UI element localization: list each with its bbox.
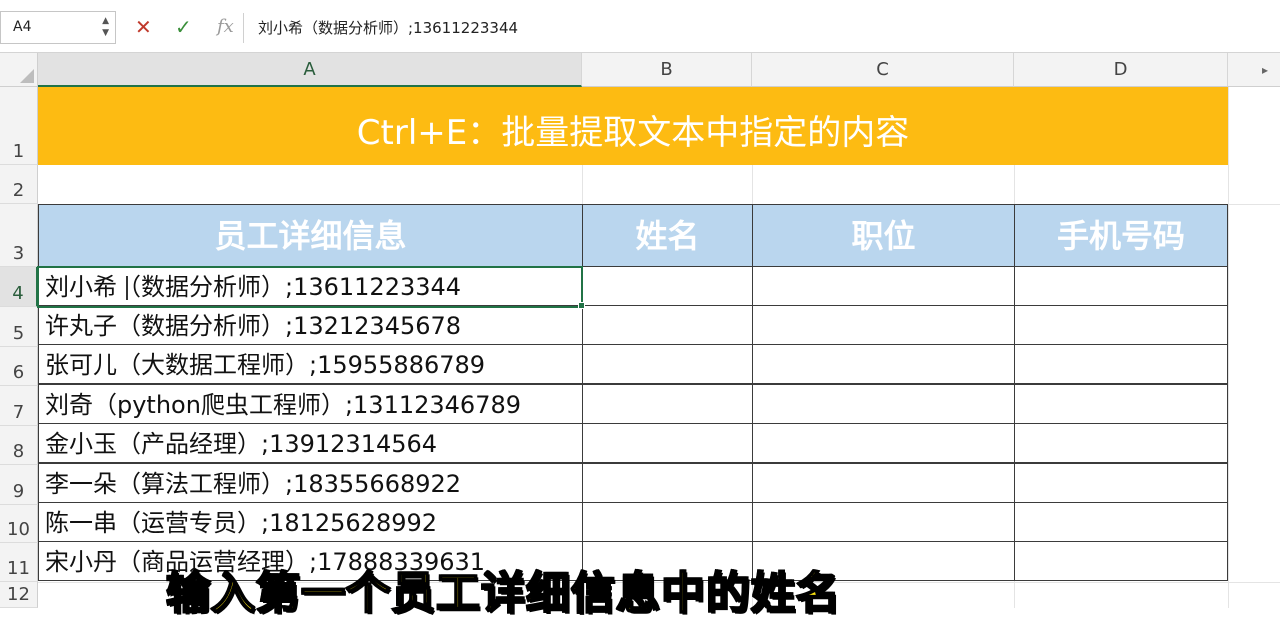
cell-d5[interactable] [1014,305,1228,345]
cell-c10[interactable] [752,502,1015,542]
sheet-title: Ctrl+E：批量提取文本中指定的内容 [356,113,910,153]
formula-input[interactable]: 刘小希（数据分析师）;13611223344 [258,17,518,38]
cell-b4[interactable] [582,266,753,306]
header-cell-phone[interactable]: 手机号码 [1014,204,1228,267]
cell-b6[interactable] [582,344,753,384]
column-header-d[interactable]: D [1014,53,1228,87]
row-header-8[interactable]: 8 [0,426,38,465]
cell-c8[interactable] [752,423,1015,463]
formula-bar [0,0,1280,53]
name-box[interactable]: A4 ▲ ▼ [0,11,116,44]
cell-a6[interactable]: 张可儿（大数据工程师）;15955886789 [38,344,583,384]
row-header-3[interactable]: 3 [0,204,38,267]
cell-b5[interactable] [582,305,753,345]
cell-a5[interactable]: 许丸子（数据分析师）;13212345678 [38,305,583,345]
title-cell[interactable]: Ctrl+E：批量提取文本中指定的内容 [38,87,1228,165]
enter-icon[interactable]: ✓ [175,14,192,40]
name-box-value: A4 [13,19,32,35]
cell-a9[interactable]: 李一朵（算法工程师）;18355668922 [38,463,583,503]
cell-a10[interactable]: 陈一串（运营专员）;18125628992 [38,502,583,542]
cell-d9[interactable] [1014,463,1228,503]
row-header-12[interactable]: 12 [0,582,38,608]
cell-b9[interactable] [582,463,753,503]
column-header-c[interactable]: C [752,53,1014,87]
active-cell-border [37,266,583,308]
cell-c7[interactable] [752,384,1015,424]
cell-c9[interactable] [752,463,1015,503]
header-cell-position[interactable]: 职位 [752,204,1015,267]
video-subtitle: 输入第一个员工详细信息中的姓名 [165,567,841,620]
row-header-2[interactable]: 2 [0,165,38,204]
row-header-5[interactable]: 5 [0,307,38,347]
select-all-corner[interactable] [0,53,38,87]
header-cell-details[interactable]: 员工详细信息 [38,204,583,267]
header-cell-name[interactable]: 姓名 [582,204,753,267]
cancel-icon[interactable]: ✕ [135,14,152,40]
cell-d6[interactable] [1014,344,1228,384]
cell-d8[interactable] [1014,423,1228,463]
cell-a7[interactable]: 刘奇（python爬虫工程师）;13112346789 [38,384,583,424]
fill-handle[interactable] [578,302,585,309]
cell-b10[interactable] [582,502,753,542]
name-box-spinner-icon[interactable]: ▲ ▼ [102,15,109,39]
row-header-1[interactable]: 1 [0,87,38,165]
text-cursor-icon [126,276,128,300]
gridline [1228,87,1229,608]
cell-c4[interactable] [752,266,1015,306]
formula-bar-divider [243,13,244,43]
cell-d10[interactable] [1014,502,1228,542]
row-header-4[interactable]: 4 [0,267,38,307]
row-header-9[interactable]: 9 [0,465,38,505]
cell-b7[interactable] [582,384,753,424]
column-header-a[interactable]: A [38,53,582,87]
row-header-6[interactable]: 6 [0,347,38,386]
row-header-11[interactable]: 11 [0,543,38,582]
cell-d4[interactable] [1014,266,1228,306]
scroll-right-icon[interactable]: ▸ [1262,63,1268,77]
cell-d7[interactable] [1014,384,1228,424]
column-header-b[interactable]: B [582,53,752,87]
cell-b8[interactable] [582,423,753,463]
cell-c6[interactable] [752,344,1015,384]
cell-d11[interactable] [1014,541,1228,581]
insert-function-icon[interactable]: fx [217,14,234,40]
cell-c5[interactable] [752,305,1015,345]
row-header-7[interactable]: 7 [0,386,38,426]
cell-a8[interactable]: 金小玉（产品经理）;13912314564 [38,423,583,463]
row-header-10[interactable]: 10 [0,505,38,543]
